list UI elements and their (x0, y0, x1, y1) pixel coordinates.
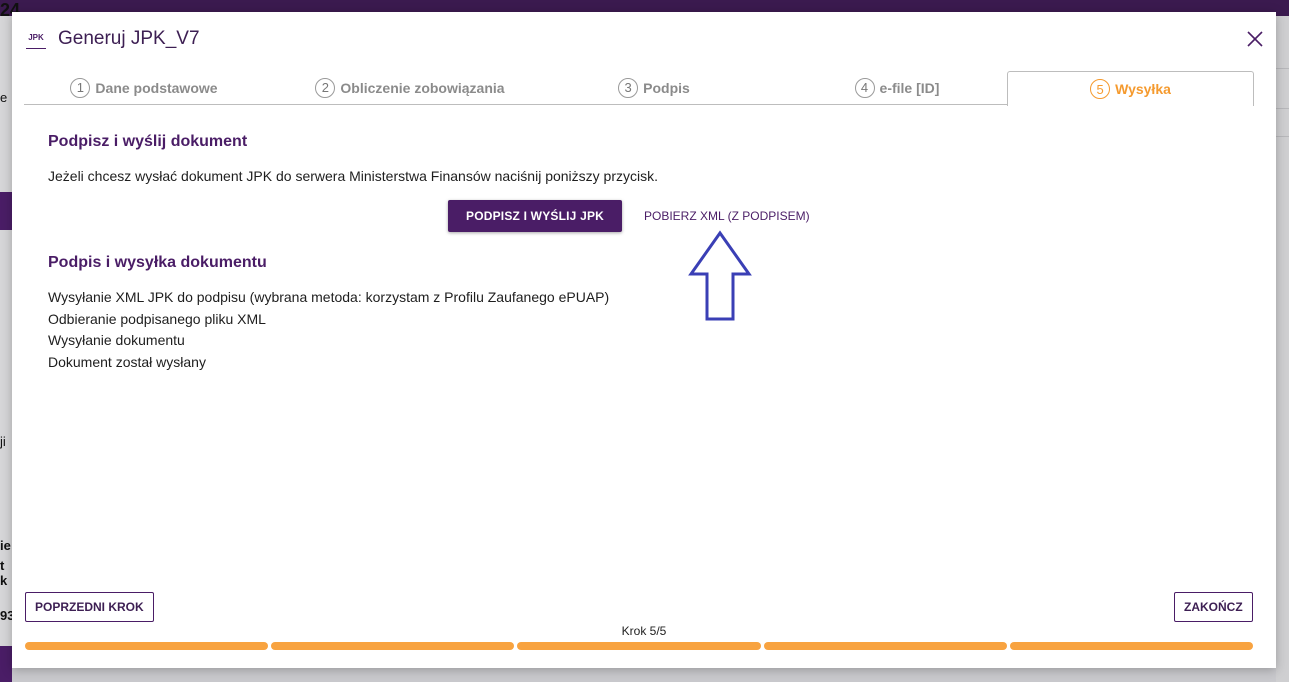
bg-right-line (1276, 68, 1289, 69)
bg-right-line (1276, 108, 1289, 109)
dialog-header: JPK Generuj JPK_V7 (12, 12, 1276, 68)
sign-and-send-button[interactable]: PODPISZ I WYŚLIJ JPK (448, 200, 622, 232)
background-right-panel (1276, 16, 1289, 682)
bg-left-purple-block (0, 192, 12, 230)
progress-bar (25, 642, 1254, 650)
bg-left-text: ji (0, 434, 6, 449)
step-number: 2 (315, 77, 336, 98)
dialog-title: Generuj JPK_V7 (58, 28, 200, 49)
step-number: 1 (70, 77, 91, 98)
tab-label: Wysyłka (1115, 81, 1171, 97)
tab-dane-podstawowe[interactable]: 1 Dane podstawowe (54, 71, 234, 104)
close-icon (1247, 31, 1263, 47)
bg-left-text: e (0, 90, 8, 105)
download-xml-button[interactable]: POBIERZ XML (Z PODPISEM) (636, 202, 818, 230)
up-arrow-annotation (688, 230, 752, 321)
tabs-baseline (24, 104, 1007, 105)
bg-left-text: ie (0, 538, 11, 553)
jpk-icon: JPK (26, 32, 46, 49)
tab-wysylka[interactable]: 5 Wysyłka (1007, 71, 1254, 106)
progress-segment (517, 642, 761, 650)
status-line: Wysyłanie dokumentu (48, 332, 185, 348)
bg-left-text: t k (0, 558, 8, 588)
progress-segment (1009, 642, 1254, 650)
finish-button[interactable]: ZAKOŃCZ (1174, 592, 1253, 622)
section-description: Jeżeli chcesz wysłać dokument JPK do ser… (48, 168, 658, 184)
tab-label: Dane podstawowe (95, 79, 218, 96)
bg-left-purple-block (0, 646, 12, 682)
section-title-sign-send: Podpisz i wyślij dokument (48, 133, 248, 150)
step-number: 5 (1090, 79, 1111, 99)
tab-label: Obliczenie zobowiązania (340, 79, 505, 96)
status-line: Odbieranie podpisanego pliku XML (48, 310, 266, 327)
step-number: 4 (854, 77, 875, 98)
tab-e-file[interactable]: 4 e-file [ID] (842, 71, 952, 104)
tab-label: Podpis (643, 79, 690, 96)
tab-obliczenie-zobowiazania[interactable]: 2 Obliczenie zobowiązania (300, 71, 520, 104)
bg-left-text: 93 (0, 608, 12, 623)
progress-segment (25, 642, 269, 650)
previous-step-button[interactable]: POPRZEDNI KROK (25, 592, 154, 622)
step-number: 3 (618, 77, 639, 98)
step-indicator: Krok 5/5 (621, 624, 667, 638)
wizard-tabs: 1 Dane podstawowe 2 Obliczenie zobowiąza… (24, 71, 1254, 106)
status-log: Wysyłanie XML JPK do podpisu (wybrana me… (48, 287, 609, 373)
progress-segment (271, 642, 515, 650)
bg-right-line (1276, 136, 1289, 137)
background-left-panel: e ji ie t k 93 (0, 16, 12, 682)
status-line: Wysyłanie XML JPK do podpisu (wybrana me… (48, 289, 610, 305)
generate-jpk-dialog: JPK Generuj JPK_V7 1 Dane podstawowe 2 O… (12, 12, 1276, 668)
progress-segment (763, 642, 1007, 650)
status-line: Dokument został wysłany (48, 353, 206, 370)
tab-label: e-file [ID] (879, 79, 940, 96)
tab-podpis[interactable]: 3 Podpis (604, 71, 704, 104)
close-button[interactable] (1244, 28, 1266, 50)
section-title-status: Podpis i wysyłka dokumentu (48, 254, 267, 271)
